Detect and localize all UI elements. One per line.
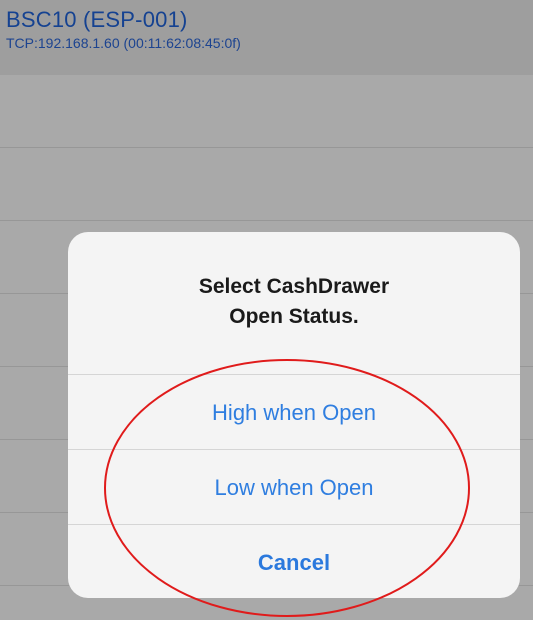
high-when-open-button[interactable]: High when Open bbox=[68, 374, 520, 449]
low-when-open-button[interactable]: Low when Open bbox=[68, 449, 520, 524]
alert-dialog: Select CashDrawer Open Status. High when… bbox=[68, 232, 520, 598]
alert-actions: High when Open Low when Open Cancel bbox=[68, 374, 520, 598]
cancel-button[interactable]: Cancel bbox=[68, 524, 520, 598]
screen: BSC10 (ESP-001) TCP:192.168.1.60 (00:11:… bbox=[0, 0, 533, 620]
alert-title: Select CashDrawer Open Status. bbox=[198, 275, 390, 328]
